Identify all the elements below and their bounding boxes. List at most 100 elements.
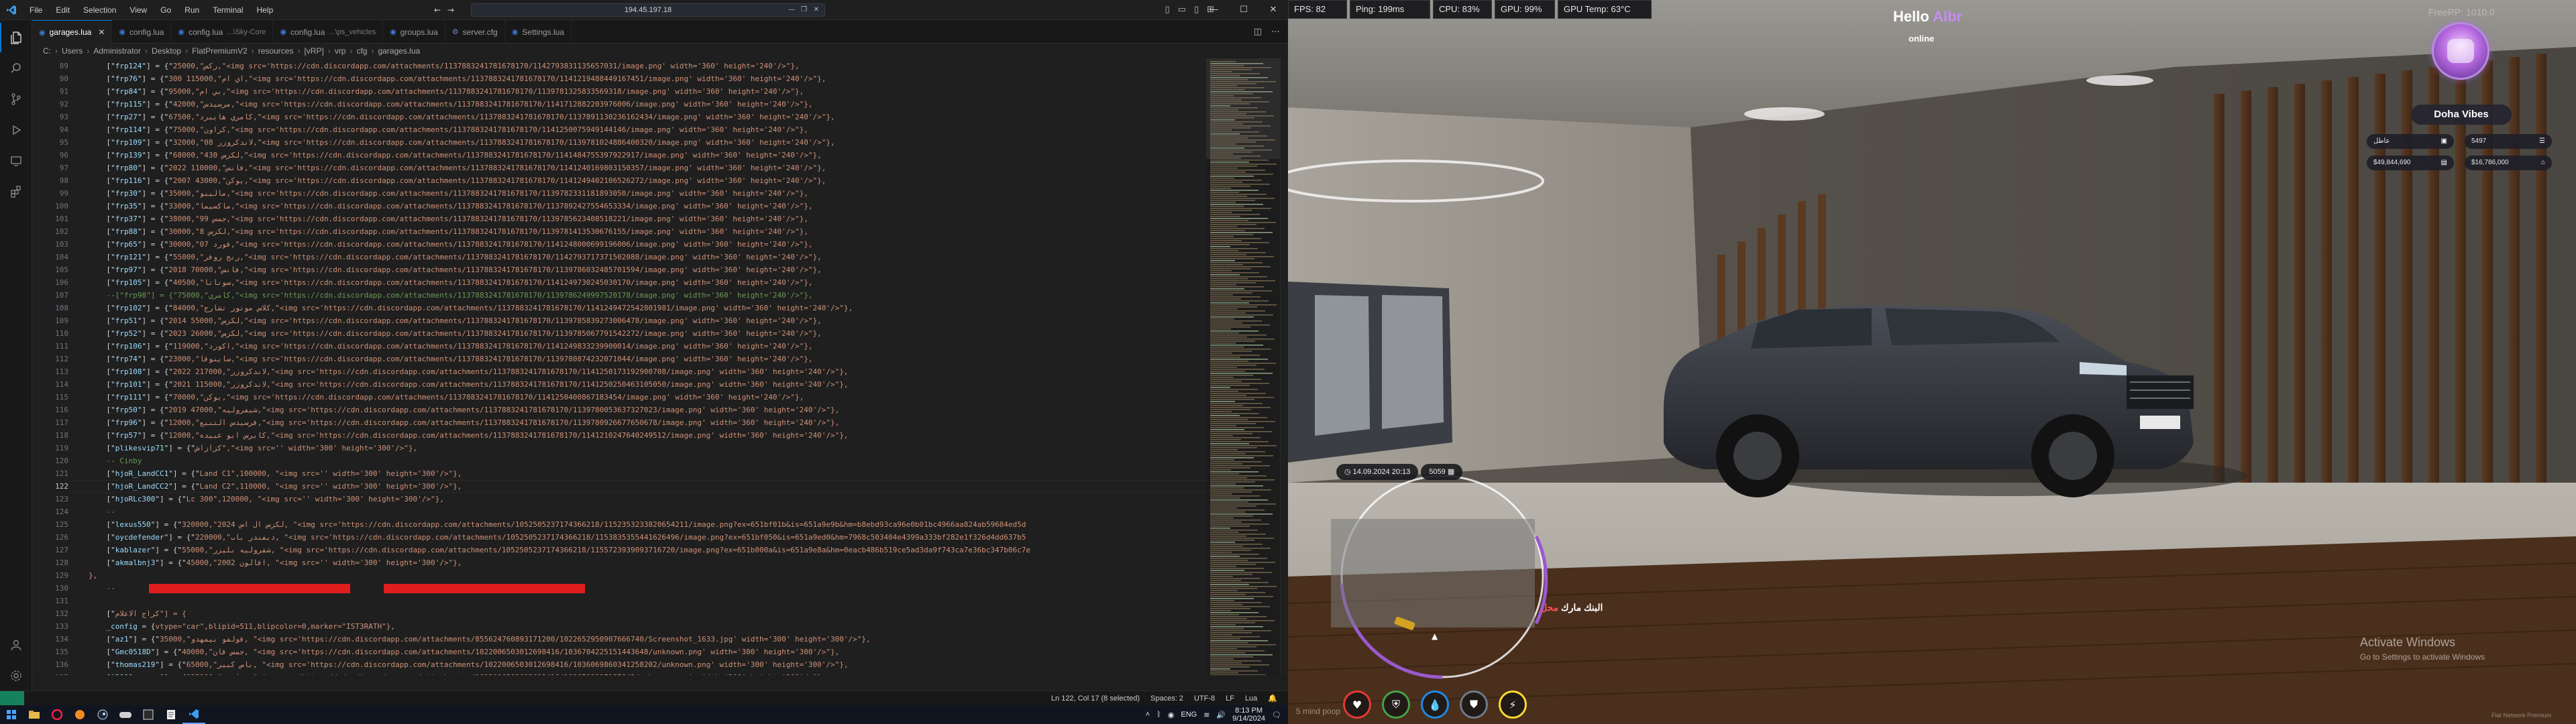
notifications-bell-icon[interactable]: 🔔	[1268, 694, 1277, 703]
fivem-icon[interactable]	[68, 705, 91, 724]
app-icon[interactable]	[137, 705, 160, 724]
editor-tab[interactable]: ◉ config.lua	[112, 20, 172, 44]
network-icon[interactable]: ◉	[1168, 711, 1175, 719]
manage-gear-icon[interactable]	[0, 661, 32, 690]
code-token-ar: كامري	[208, 291, 231, 300]
tab-label: Settings.lua	[522, 27, 565, 37]
minimap-line	[1210, 377, 1234, 378]
breadcrumb-item[interactable]: Users	[62, 44, 83, 58]
minimap-line	[1210, 560, 1248, 561]
run-debug-icon[interactable]	[0, 115, 32, 145]
game-controller-icon[interactable]	[114, 705, 137, 724]
menu-go[interactable]: Go	[154, 0, 178, 20]
breadcrumb-item[interactable]: [vRP]	[304, 44, 323, 58]
code-token-mid: "] = {"	[142, 151, 173, 160]
system-tray: ˄ ᛒ ◉ ENG ≋ 🔊 8:13 PM 9/14/2024 🗨	[1146, 705, 1288, 724]
breadcrumb-item[interactable]: C:	[43, 44, 51, 58]
clock-date: 9/14/2024	[1232, 715, 1266, 723]
clock[interactable]: 8:13 PM 9/14/2024	[1232, 707, 1265, 723]
breadcrumb-item[interactable]: FlatPremiumV2	[192, 44, 248, 58]
account-icon[interactable]	[0, 630, 32, 660]
breadcrumb-item[interactable]: resources	[258, 44, 294, 58]
editor-tab[interactable]: ◉ config.lua ...\Sky-Core	[171, 20, 274, 44]
explorer-icon[interactable]	[0, 23, 32, 52]
remote-explorer-icon[interactable]	[0, 146, 32, 176]
breadcrumb-item[interactable]: Administrator	[93, 44, 141, 58]
minimap-line	[1210, 465, 1270, 467]
encoding[interactable]: UTF-8	[1194, 695, 1215, 703]
menu-edit[interactable]: Edit	[49, 0, 76, 20]
editor-tab[interactable]: ◉ garages.lua ✕	[32, 20, 113, 44]
end-of-line[interactable]: LF	[1226, 695, 1234, 703]
toggle-sidebar-icon[interactable]: ▯	[1165, 0, 1169, 20]
minimap[interactable]	[1206, 58, 1280, 675]
line-number: 106	[55, 278, 68, 287]
remote-minimize-icon[interactable]: —	[788, 4, 795, 16]
vertical-scrollbar[interactable]	[1280, 58, 1288, 675]
toggle-secondary-sidebar-icon[interactable]: ▯	[1194, 0, 1199, 20]
forward-arrow-icon[interactable]: →	[447, 4, 454, 16]
breadcrumb-item[interactable]: cfg	[356, 44, 367, 58]
wifi-icon[interactable]: ≋	[1203, 711, 1210, 719]
code-area[interactable]: ["frp124"] = {" ركس",25000,"<img src='htt…	[89, 58, 1206, 675]
breadcrumb-item[interactable]: Desktop	[152, 44, 181, 58]
tab-close-icon[interactable]: ✕	[98, 27, 105, 37]
remote-restore-icon[interactable]: ❐	[801, 4, 807, 16]
more-actions-icon[interactable]: ⋯	[1271, 27, 1280, 37]
toggle-panel-icon[interactable]: ▭	[1178, 0, 1186, 20]
menu-run[interactable]: Run	[178, 0, 206, 20]
back-arrow-icon[interactable]: ←	[434, 4, 441, 16]
editor-tab[interactable]: ◉ config.lua ...\ps_vehicles	[273, 20, 384, 44]
code-line: ["frp51"] = {"2014 لكزس",55000,"<img src…	[89, 314, 821, 327]
minimap-line	[1210, 427, 1264, 428]
remote-close-icon[interactable]: ✕	[814, 4, 819, 16]
bluetooth-icon[interactable]: ᛒ	[1157, 711, 1161, 719]
split-editor-icon[interactable]: ◫	[1254, 27, 1262, 37]
line-number: 96	[59, 151, 68, 160]
menu-selection[interactable]: Selection	[76, 0, 123, 20]
editor-tab[interactable]: ◉ groups.lua	[383, 20, 445, 44]
code-token-key: frp57	[115, 431, 138, 440]
minimap-viewport[interactable]	[1206, 58, 1280, 159]
notification-center-icon[interactable]: 🗨	[1272, 711, 1281, 719]
minimap-line	[1210, 568, 1264, 569]
code-line: ["akmalbnj3"] = {" افالون 2002",45000, "<…	[89, 556, 462, 569]
opera-gx-icon[interactable]	[46, 705, 68, 724]
cursor-position[interactable]: Ln 122, Col 17 (8 selected)	[1051, 695, 1140, 703]
menu-terminal[interactable]: Terminal	[206, 0, 250, 20]
editor-tab[interactable]: ⚙ server.cfg	[445, 20, 505, 44]
language-mode[interactable]: Lua	[1245, 695, 1257, 703]
windows-start-icon[interactable]	[0, 705, 23, 724]
menu-help[interactable]: Help	[250, 0, 280, 20]
command-center[interactable]: ← → 194.45.197.18 — ❐ ✕	[434, 3, 825, 17]
code-token-key: oycdefender	[115, 533, 164, 542]
breadcrumb-item[interactable]: garages.lua	[378, 44, 420, 58]
code-editor[interactable]: 89 90 91 92 93 94 95 96 97 98 99 100 101 102 103 104 105…	[32, 58, 1206, 675]
editor-tab[interactable]: ◉ Settings.lua	[505, 20, 572, 44]
breadcrumb-item[interactable]: vrp	[335, 44, 346, 58]
code-token-ar: مرسيدس	[204, 100, 231, 109]
notepad-icon[interactable]	[160, 705, 182, 724]
code-token-ar: كراون	[204, 125, 227, 134]
maximize-icon[interactable]: ☐	[1229, 0, 1258, 20]
menu-view[interactable]: View	[123, 0, 154, 20]
search-icon[interactable]	[0, 54, 32, 83]
indentation[interactable]: Spaces: 2	[1150, 695, 1183, 703]
tray-overflow-icon[interactable]: ˄	[1146, 711, 1150, 719]
line-number: 109	[55, 316, 68, 325]
extensions-icon[interactable]	[0, 177, 32, 206]
code-token-pre: ["	[89, 87, 115, 96]
minimap-line	[1210, 242, 1269, 243]
close-icon[interactable]: ✕	[1258, 0, 1288, 20]
line-number: 92	[59, 100, 68, 109]
vscode-taskbar-icon[interactable]	[182, 705, 205, 724]
remote-indicator[interactable]	[0, 691, 24, 706]
volume-icon[interactable]: 🔊	[1216, 711, 1226, 719]
language-indicator[interactable]: ENG	[1181, 711, 1197, 719]
minimize-icon[interactable]: —	[1199, 0, 1229, 20]
steam-icon[interactable]	[91, 705, 114, 724]
file-explorer-icon[interactable]	[23, 705, 46, 724]
source-control-icon[interactable]	[0, 84, 32, 114]
code-token-pre: ["	[89, 355, 115, 363]
menu-file[interactable]: File	[23, 0, 49, 20]
